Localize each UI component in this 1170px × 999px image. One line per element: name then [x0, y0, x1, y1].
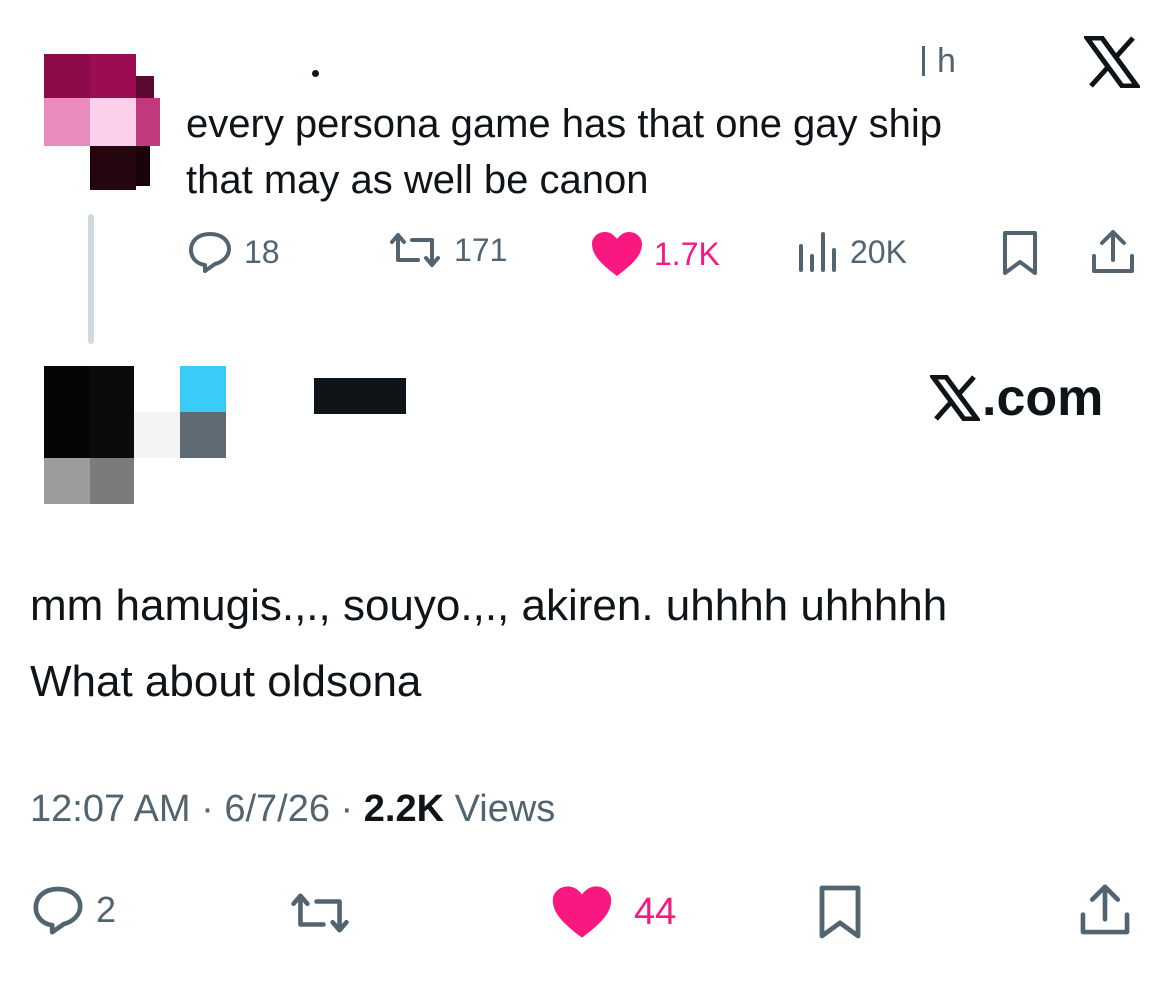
main-text-line2: What about oldsona — [30, 657, 422, 706]
reply-text: every persona game has that one gay ship… — [186, 96, 1086, 208]
main-time[interactable]: 12:07 AM — [30, 788, 191, 830]
like-count: 1.7K — [654, 235, 720, 272]
share-icon — [1088, 228, 1138, 276]
reply-icon — [30, 884, 86, 936]
reply-share-button[interactable] — [1088, 228, 1138, 276]
main-view-count: 2.2K — [363, 788, 445, 830]
main-bookmark-button[interactable] — [816, 884, 864, 940]
main-username-redacted — [314, 378, 406, 414]
main-repost-button[interactable] — [286, 890, 354, 936]
reply-avatar[interactable] — [44, 54, 164, 190]
reply-text-line1: every persona game has that one gay ship — [186, 102, 943, 146]
views-count: 20K — [850, 233, 907, 270]
main-reply-count: 2 — [96, 889, 117, 930]
separator: · — [330, 788, 364, 830]
xcom-brand: .com — [930, 368, 1103, 428]
share-icon — [1076, 882, 1134, 938]
main-action-replies[interactable]: 2 — [30, 884, 116, 936]
reply-action-reposts[interactable]: 171 — [386, 230, 507, 270]
heart-icon — [550, 884, 614, 940]
x-logo-icon — [1084, 36, 1140, 88]
reply-text-line2: that may as well be canon — [186, 158, 649, 202]
repost-count: 171 — [454, 231, 508, 268]
separator: · — [190, 788, 225, 830]
reply-timestamp[interactable]: h — [922, 42, 956, 81]
reply-action-likes[interactable]: 1.7K — [590, 230, 720, 278]
main-avatar[interactable] — [44, 366, 228, 504]
reply-count: 18 — [244, 233, 280, 270]
xcom-suffix: .com — [982, 369, 1104, 427]
thread-line — [88, 214, 94, 344]
repost-icon — [286, 890, 354, 936]
views-icon — [796, 230, 840, 274]
main-views-label: Views — [444, 788, 556, 830]
main-timestamp-line: 12:07 AM · 6/7/26 · 2.2K Views — [30, 788, 555, 831]
x-logo-icon — [930, 375, 980, 421]
repost-icon — [386, 230, 444, 270]
main-text-line1: mm hamugis.,., souyo.,., akiren. uhhhh u… — [30, 581, 948, 630]
main-like-count: 44 — [634, 890, 677, 933]
main-action-likes[interactable]: 44 — [550, 884, 676, 940]
heart-icon — [590, 230, 644, 278]
reply-action-replies[interactable]: 18 — [186, 230, 280, 274]
reply-bookmark-button[interactable] — [1000, 230, 1040, 276]
reply-icon — [186, 230, 234, 274]
reply-time-fragment: h — [922, 44, 956, 78]
reply-username-dot — [312, 70, 319, 77]
bookmark-icon — [1000, 230, 1040, 276]
main-text: mm hamugis.,., souyo.,., akiren. uhhhh u… — [30, 568, 1140, 720]
main-date[interactable]: 6/7/26 — [224, 788, 330, 830]
bookmark-icon — [816, 884, 864, 940]
reply-action-views[interactable]: 20K — [796, 230, 907, 274]
main-share-button[interactable] — [1076, 882, 1134, 938]
